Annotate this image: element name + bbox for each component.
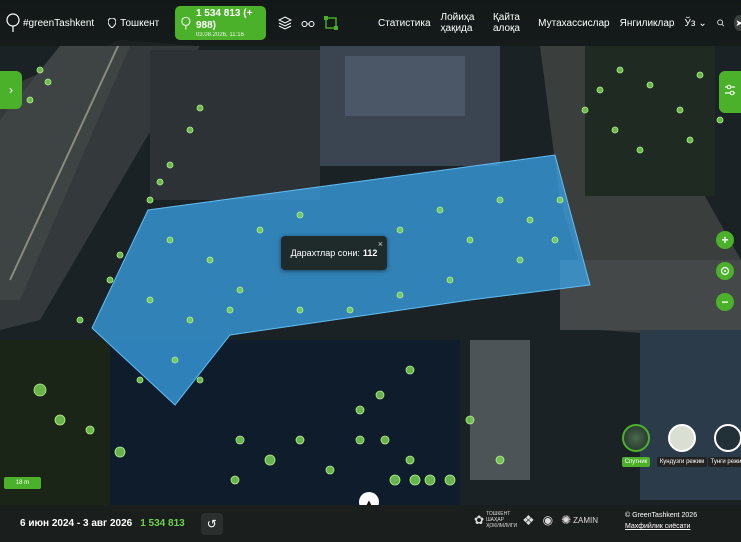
partner-khokimiyat[interactable]: ✿ ТОШКЕНТ ШАҲАР ҲОКИМЛИГИ [474, 508, 518, 532]
layer-day[interactable]: Кундузги режим [656, 424, 708, 467]
filters-icon [725, 84, 735, 96]
partner-logos: ✿ ТОШКЕНТ ШАҲАР ҲОКИМЛИГИ ❖ ◉ ✺ ZAMIN [474, 508, 598, 532]
chevron-right-icon: › [9, 83, 13, 97]
date-range[interactable]: 6 июн 2024 - 3 авг 2026 [20, 518, 132, 529]
zoom-in-button[interactable]: + [716, 231, 734, 249]
layer-night-label: Тунги режим [707, 457, 741, 467]
zamin-icon: ✺ [561, 513, 572, 527]
language-selector[interactable]: Ўз ⌄ [684, 18, 706, 29]
satellite-thumbnail [622, 424, 650, 452]
tree-counter-icon [181, 16, 191, 30]
locate-button[interactable] [716, 262, 734, 280]
reset-icon: ↺ [206, 516, 217, 531]
close-icon[interactable]: × [378, 239, 383, 249]
layer-satellite-label: Спутник [621, 457, 651, 467]
location-pin-icon [108, 18, 117, 28]
main-nav: Статистика Лойиҳа ҳақида Қайта алоқа Мут… [378, 0, 741, 46]
layer-satellite[interactable]: Спутник [618, 424, 654, 467]
period-total: 1 534 813 [140, 518, 185, 529]
tree-counter[interactable]: 1 534 813 (+ 988) 03.08.2026, 11:16 [175, 6, 267, 40]
glasses-icon[interactable] [301, 16, 315, 30]
chevron-down-icon: ⌄ [698, 17, 707, 29]
tree-count: 1 534 813 (+ 988) [195, 8, 253, 31]
privacy-link[interactable]: Махфийлик сиёсати [625, 521, 697, 532]
select-area-icon[interactable] [324, 16, 339, 30]
language-value: Ўз [684, 17, 696, 29]
layer-night[interactable]: Тунги режим [707, 424, 741, 467]
layers-icon[interactable] [278, 16, 293, 30]
emblem-icon: ✿ [474, 513, 485, 527]
map-scale: 18 m [4, 477, 41, 489]
filter-panel-button[interactable] [719, 71, 741, 113]
partner-agency[interactable]: ◉ [543, 508, 553, 532]
reset-button[interactable]: ↺ [200, 512, 223, 535]
minus-icon: − [721, 295, 729, 309]
locate-icon [720, 266, 730, 276]
nav-feedback[interactable]: Қайта алоқа [493, 12, 528, 34]
partner-ecology[interactable]: ❖ [522, 508, 535, 532]
nav-statistics[interactable]: Статистика [378, 18, 431, 29]
top-bar: #greenTashkent Тошкент 1 534 813 (+ 988)… [0, 0, 741, 46]
update-date: 03.08.2026, 11:16 [195, 32, 244, 38]
zoom-out-button[interactable]: − [716, 293, 734, 311]
open-sidebar-button[interactable]: › [0, 71, 22, 109]
partner-zamin-label: ZAMIN [573, 515, 599, 525]
basemap-switcher: Спутник Кундузги режим Тунги режим [618, 424, 741, 467]
copyright-block: © GreenTashkent 2026 Махфийлик сиёсати [625, 510, 697, 532]
brand-name: #greenTashkent [23, 17, 95, 29]
tree-logo-icon [6, 13, 20, 32]
nav-news[interactable]: Янгиликлар [620, 18, 675, 29]
telegram-icon[interactable]: ➤ [734, 15, 741, 31]
tree-count-popup: Дарахтлар сони: 112 × [281, 236, 387, 270]
day-thumbnail [668, 424, 696, 452]
nav-about[interactable]: Лойиҳа ҳақида [441, 12, 483, 34]
night-thumbnail [714, 424, 741, 452]
partner-khokimiyat-label: ТОШКЕНТ ШАҲАР ҲОКИМЛИГИ [486, 511, 518, 529]
layer-day-label: Кундузги режим [656, 457, 708, 467]
brand-logo[interactable]: #greenTashkent [6, 13, 94, 33]
badge-icon: ◉ [542, 513, 554, 527]
plus-icon: + [721, 233, 729, 247]
popup-value: 112 [362, 248, 378, 258]
partner-zamin[interactable]: ✺ ZAMIN [561, 508, 598, 532]
popup-label: Дарахтлар сони: [290, 248, 360, 258]
leaf-icon: ❖ [522, 511, 535, 528]
city-selector[interactable]: Тошкент [108, 18, 159, 29]
copyright-text: © GreenTashkent 2026 [625, 512, 698, 519]
nav-experts[interactable]: Мутахассислар [538, 18, 609, 29]
map-tools [278, 16, 339, 30]
city-name: Тошкент [120, 17, 160, 29]
search-icon[interactable] [717, 17, 724, 29]
